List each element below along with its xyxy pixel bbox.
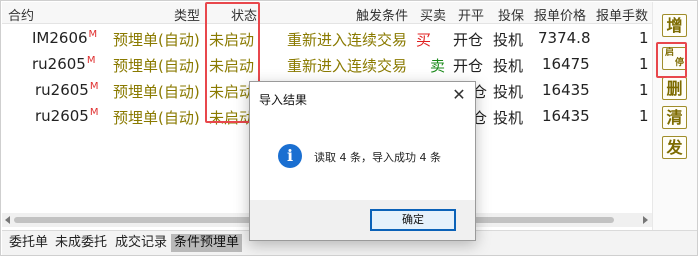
qty-cell: 1 (639, 29, 649, 47)
price-cell: 16435 (542, 81, 590, 99)
scroll-right-icon[interactable] (643, 216, 648, 224)
contract-cell: ru2605M (35, 107, 99, 125)
add-button[interactable]: 增 (662, 14, 687, 37)
type-cell: 预埋单(自动) (113, 83, 200, 101)
table-row[interactable]: IM2606M 预埋单(自动) 未启动 重新进入连续交易 买 开仓 投机 737… (2, 25, 652, 51)
table-header: 合约 类型 状态 触发条件 买卖 开平 投保 报单价格 报单手数 (2, 2, 652, 24)
close-icon[interactable]: ✕ (451, 87, 467, 103)
dialog-footer: 确定 (250, 200, 475, 240)
qty-cell: 1 (639, 81, 649, 99)
import-result-dialog: 导入结果 ✕ i 读取 4 条，导入成功 4 条 确定 (249, 81, 476, 241)
side-cell: 买 (416, 31, 432, 49)
contract-cell: ru2605M (32, 55, 96, 73)
hedge-cell: 投机 (493, 109, 524, 127)
price-cell: 16435 (542, 107, 590, 125)
header-price[interactable]: 报单价格 (534, 5, 586, 24)
header-contract[interactable]: 合约 (8, 5, 34, 24)
info-icon: i (278, 144, 302, 168)
price-cell: 7374.8 (538, 29, 591, 47)
start-stop-highlight (656, 42, 687, 78)
side-toolbar: 增 启 停 删 清 发 (652, 2, 697, 230)
type-cell: 预埋单(自动) (113, 31, 200, 49)
table-row[interactable]: ru2605M 预埋单(自动) 未启动 重新进入连续交易 卖 开仓 投机 164… (2, 51, 652, 77)
delete-button[interactable]: 删 (662, 77, 687, 100)
market-mark: M (88, 29, 98, 40)
market-mark: M (89, 81, 99, 92)
contract-cell: IM2606M (32, 29, 98, 47)
scroll-left-icon[interactable] (5, 216, 10, 224)
send-button[interactable]: 发 (662, 136, 687, 159)
hedge-cell: 投机 (493, 31, 524, 49)
trigger-cell: 重新进入连续交易 (287, 31, 408, 49)
header-side[interactable]: 买卖 (420, 5, 446, 24)
hedge-cell: 投机 (493, 83, 524, 101)
hedge-cell: 投机 (493, 57, 524, 75)
market-mark: M (86, 55, 96, 66)
dialog-title: 导入结果 (259, 93, 308, 107)
side-cell: 卖 (430, 57, 446, 75)
openclose-cell: 开仓 (453, 31, 484, 49)
openclose-cell: 开仓 (453, 57, 484, 75)
ok-button[interactable]: 确定 (370, 209, 456, 231)
qty-cell: 1 (639, 107, 649, 125)
clear-button[interactable]: 清 (662, 106, 687, 129)
tab-trade-records[interactable]: 成交记录 (112, 234, 170, 252)
qty-cell: 1 (639, 55, 649, 73)
dialog-message: 读取 4 条，导入成功 4 条 (314, 151, 441, 164)
tab-pending-orders[interactable]: 未成委托 (52, 234, 110, 252)
header-trigger[interactable]: 触发条件 (356, 5, 408, 24)
header-qty[interactable]: 报单手数 (596, 5, 648, 24)
conditional-order-panel: 合约 类型 状态 触发条件 买卖 开平 投保 报单价格 报单手数 IM2606M… (0, 0, 698, 256)
tab-orders[interactable]: 委托单 (6, 234, 51, 252)
price-cell: 16475 (542, 55, 590, 73)
market-mark: M (89, 107, 99, 118)
header-openclose[interactable]: 开平 (458, 5, 484, 24)
tab-conditional-orders[interactable]: 条件预埋单 (171, 234, 243, 252)
trigger-cell: 重新进入连续交易 (287, 57, 408, 75)
header-hedge[interactable]: 投保 (498, 5, 524, 24)
dialog-body: i 读取 4 条，导入成功 4 条 (250, 112, 475, 202)
type-cell: 预埋单(自动) (113, 57, 200, 75)
header-type[interactable]: 类型 (174, 5, 200, 24)
contract-cell: ru2605M (35, 81, 99, 99)
type-cell: 预埋单(自动) (113, 109, 200, 127)
